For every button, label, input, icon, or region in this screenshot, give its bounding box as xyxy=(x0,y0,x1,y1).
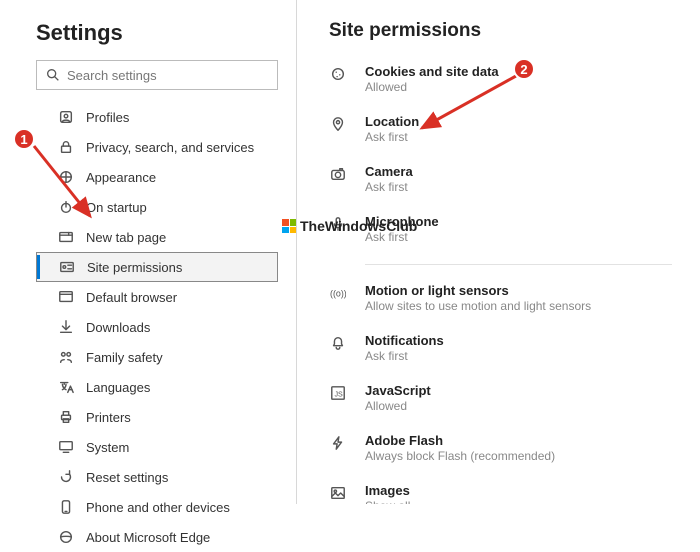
camera-icon xyxy=(329,165,347,183)
location-icon xyxy=(329,115,347,133)
permission-subtitle: Allowed xyxy=(365,80,499,94)
permission-item-camera[interactable]: CameraAsk first xyxy=(329,164,672,194)
search-settings[interactable] xyxy=(36,60,278,90)
bell-icon xyxy=(329,334,347,352)
sidebar-item-label: Family safety xyxy=(86,350,163,365)
cookie-icon xyxy=(329,65,347,83)
sidebar-item-default-browser[interactable]: Default browser xyxy=(36,282,278,312)
permission-item-location[interactable]: LocationAsk first xyxy=(329,114,672,144)
permission-title: Notifications xyxy=(365,333,444,348)
permission-subtitle: Allow sites to use motion and light sens… xyxy=(365,299,591,313)
permission-item-adobe-flash[interactable]: Adobe FlashAlways block Flash (recommend… xyxy=(329,433,672,463)
language-icon xyxy=(58,379,74,395)
sidebar-item-about-microsoft-edge[interactable]: About Microsoft Edge xyxy=(36,522,278,552)
permission-item-cookies-and-site-data[interactable]: Cookies and site dataAllowed xyxy=(329,64,672,94)
permission-item-motion-or-light-sensors[interactable]: ((o)) Motion or light sensorsAllow sites … xyxy=(329,283,672,313)
printer-icon xyxy=(58,409,74,425)
permission-subtitle: Ask first xyxy=(365,130,419,144)
flash-icon xyxy=(329,434,347,452)
sidebar-item-label: On startup xyxy=(86,200,147,215)
sidebar-item-label: Languages xyxy=(86,380,150,395)
permission-title: Cookies and site data xyxy=(365,64,499,79)
sidebar-item-label: New tab page xyxy=(86,230,166,245)
permission-title: Location xyxy=(365,114,419,129)
sidebar-item-family-safety[interactable]: Family safety xyxy=(36,342,278,372)
sidebar-item-downloads[interactable]: Downloads xyxy=(36,312,278,342)
permission-subtitle: Ask first xyxy=(365,349,444,363)
sidebar-item-on-startup[interactable]: On startup xyxy=(36,192,278,222)
permissions-list: Cookies and site dataAllowedLocationAsk … xyxy=(329,64,672,504)
horizontal-divider xyxy=(365,264,672,265)
permission-title: Images xyxy=(365,483,410,498)
permission-title: Camera xyxy=(365,164,413,179)
permission-title: JavaScript xyxy=(365,383,431,398)
search-icon xyxy=(45,67,67,83)
js-icon: JS xyxy=(329,384,347,402)
panel-heading: Site permissions xyxy=(329,20,672,42)
sidebar-item-label: Profiles xyxy=(86,110,129,125)
sidebar-item-label: About Microsoft Edge xyxy=(86,530,210,545)
permission-title: Motion or light sensors xyxy=(365,283,591,298)
sidebar-item-label: Reset settings xyxy=(86,470,168,485)
permission-title: Adobe Flash xyxy=(365,433,555,448)
sidebar-item-reset-settings[interactable]: Reset settings xyxy=(36,462,278,492)
sidebar-item-label: Site permissions xyxy=(87,260,182,275)
appearance-icon xyxy=(58,169,74,185)
newtab-icon xyxy=(58,229,74,245)
sensor-icon: ((o)) xyxy=(329,284,347,302)
edge-icon xyxy=(58,529,74,545)
permission-item-notifications[interactable]: NotificationsAsk first xyxy=(329,333,672,363)
page-title: Settings xyxy=(36,20,278,46)
permissions-icon xyxy=(59,259,75,275)
permission-item-images[interactable]: ImagesShow all xyxy=(329,483,672,504)
sidebar-item-new-tab-page[interactable]: New tab page xyxy=(36,222,278,252)
permission-subtitle: Allowed xyxy=(365,399,431,413)
permission-subtitle: Ask first xyxy=(365,180,413,194)
sidebar-item-label: Appearance xyxy=(86,170,156,185)
sidebar-item-phone-and-other-devices[interactable]: Phone and other devices xyxy=(36,492,278,522)
lock-icon xyxy=(58,139,74,155)
permission-subtitle: Show all xyxy=(365,499,410,504)
site-permissions-panel: Site permissions Cookies and site dataAl… xyxy=(297,0,700,504)
download-icon xyxy=(58,319,74,335)
family-icon xyxy=(58,349,74,365)
svg-text:JS: JS xyxy=(334,391,343,399)
image-icon xyxy=(329,484,347,502)
phone-icon xyxy=(58,499,74,515)
sidebar-item-appearance[interactable]: Appearance xyxy=(36,162,278,192)
sidebar-item-label: Printers xyxy=(86,410,131,425)
annotation-badge-1: 1 xyxy=(13,128,35,150)
sidebar-item-system[interactable]: System xyxy=(36,432,278,462)
settings-nav: Profiles Privacy, search, and services App… xyxy=(36,102,278,552)
permission-item-javascript[interactable]: JS JavaScriptAllowed xyxy=(329,383,672,413)
annotation-badge-2: 2 xyxy=(513,58,535,80)
profile-icon xyxy=(58,109,74,125)
sidebar-item-label: Default browser xyxy=(86,290,177,305)
sidebar-item-privacy-search-and-services[interactable]: Privacy, search, and services xyxy=(36,132,278,162)
sidebar-item-languages[interactable]: Languages xyxy=(36,372,278,402)
search-input[interactable] xyxy=(67,68,269,83)
sidebar-item-printers[interactable]: Printers xyxy=(36,402,278,432)
watermark: TheWindowsClub xyxy=(282,218,417,234)
sidebar-item-profiles[interactable]: Profiles xyxy=(36,102,278,132)
system-icon xyxy=(58,439,74,455)
permission-subtitle: Always block Flash (recommended) xyxy=(365,449,555,463)
power-icon xyxy=(58,199,74,215)
sidebar-item-label: Downloads xyxy=(86,320,150,335)
sidebar-item-site-permissions[interactable]: Site permissions xyxy=(36,252,278,282)
reset-icon xyxy=(58,469,74,485)
sidebar-item-label: System xyxy=(86,440,129,455)
sidebar-item-label: Privacy, search, and services xyxy=(86,140,254,155)
browser-icon xyxy=(58,289,74,305)
settings-sidebar: Settings Profiles Privacy, search, and se… xyxy=(0,0,296,504)
sidebar-item-label: Phone and other devices xyxy=(86,500,230,515)
windows-logo-icon xyxy=(282,219,296,233)
svg-text:((o)): ((o)) xyxy=(330,289,346,299)
